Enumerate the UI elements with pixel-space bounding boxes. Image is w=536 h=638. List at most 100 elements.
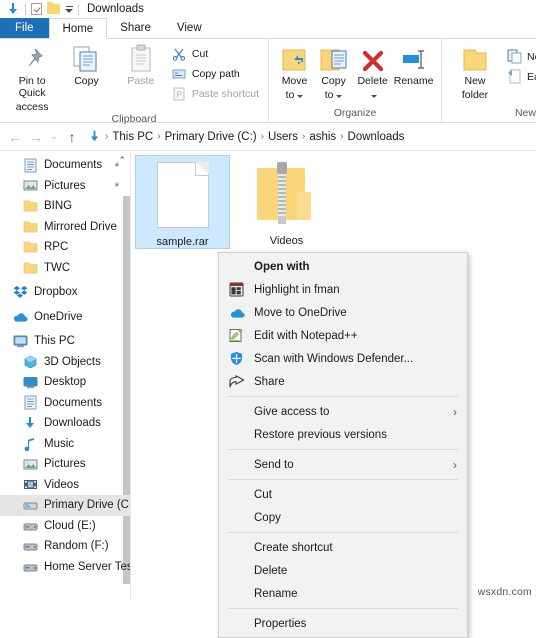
chevron-down-icon[interactable]: [65, 5, 73, 13]
context-menu-item-cut[interactable]: Cut: [219, 483, 467, 506]
download-arrow-icon: [88, 130, 101, 143]
copy-path-button[interactable]: Copy path: [169, 65, 262, 82]
breadcrumb-separator: ›: [340, 131, 344, 142]
context-menu-item-move-to-onedrive[interactable]: Move to OneDrive: [219, 301, 467, 324]
navigation-pane[interactable]: ⌃ Documents Pictures BING Mirrored Drive RPC…: [0, 153, 131, 600]
context-menu-item-label: Give access to: [254, 405, 330, 418]
context-menu-item-delete[interactable]: Delete: [219, 559, 467, 582]
paste-button[interactable]: Paste: [115, 42, 167, 88]
sidebar-item-label: Primary Drive (C: [44, 499, 129, 512]
context-menu-item-rename[interactable]: Rename: [219, 582, 467, 605]
rename-button[interactable]: Rename: [392, 42, 435, 88]
pin-to-quick-access-button[interactable]: Pin to Quick access: [6, 42, 58, 113]
sidebar-item-label: Documents: [44, 396, 103, 409]
context-menu-item-create-shortcut[interactable]: Create shortcut: [219, 536, 467, 559]
divider: [78, 3, 79, 15]
recent-locations-button[interactable]: ⌄: [48, 128, 60, 146]
properties-checkmark-icon[interactable]: [31, 3, 42, 15]
context-menu-item-highlight-in-fman[interactable]: Highlight in fman: [219, 278, 467, 301]
documents-icon: [22, 157, 38, 173]
move-to-button[interactable]: Move to: [275, 42, 314, 102]
paste-icon: [128, 44, 154, 74]
icon-placeholder: [228, 426, 245, 443]
sidebar-item-cloud-e[interactable]: Cloud (E:): [0, 516, 130, 537]
context-menu-item-copy[interactable]: Copy: [219, 506, 467, 529]
context-menu-item-share[interactable]: Share: [219, 370, 467, 393]
pin-icon[interactable]: [106, 178, 122, 194]
label: New item: [527, 50, 536, 63]
sidebar-item-home-server-tes[interactable]: Home Server Tes: [0, 557, 130, 578]
sidebar-item-rpc[interactable]: RPC: [0, 237, 130, 258]
file-item-sample-rar[interactable]: sample.rar: [135, 155, 230, 249]
context-menu-item-label: Restore previous versions: [254, 428, 387, 441]
label-line1: Pin to Quick: [18, 75, 46, 99]
tab-home[interactable]: Home: [48, 18, 108, 39]
sidebar-item-onedrive[interactable]: OneDrive: [0, 307, 130, 328]
sidebar-item-twc[interactable]: TWC: [0, 258, 130, 279]
context-menu-item-send-to[interactable]: Send to ›: [219, 453, 467, 476]
context-menu-item-open-with[interactable]: Open with: [219, 255, 467, 278]
sidebar-item-dropbox[interactable]: Dropbox: [0, 282, 130, 303]
paste-shortcut-icon: P: [172, 86, 187, 101]
sidebar-item-documents[interactable]: Documents: [0, 393, 130, 414]
easy-access-button[interactable]: Easy access: [504, 68, 536, 85]
new-item-button[interactable]: New item: [504, 48, 536, 65]
context-menu-item-restore-previous-versions[interactable]: Restore previous versions: [219, 423, 467, 446]
pin-icon[interactable]: [106, 157, 122, 173]
context-menu-item-give-access-to[interactable]: Give access to ›: [219, 400, 467, 423]
label-line2: [368, 90, 378, 102]
tab-share[interactable]: Share: [107, 18, 164, 38]
tab-view[interactable]: View: [164, 18, 215, 38]
copy-to-button[interactable]: Copy to: [314, 42, 353, 102]
sidebar-item-primary-drive-c[interactable]: Primary Drive (C: [0, 495, 130, 516]
breadcrumb-item-ashis[interactable]: ashis: [309, 131, 336, 143]
label-line1: New: [464, 75, 486, 87]
sidebar-item-random-f[interactable]: Random (F:): [0, 536, 130, 557]
context-menu-separator: [228, 479, 458, 480]
sidebar-item-pictures[interactable]: Pictures: [0, 176, 130, 197]
new-folder-button[interactable]: New folder: [448, 42, 502, 102]
sidebar-item-documents[interactable]: Documents: [0, 155, 130, 176]
icon-placeholder: [228, 539, 245, 556]
download-arrow-icon[interactable]: [6, 2, 20, 16]
back-button[interactable]: ←: [6, 128, 24, 146]
icon-placeholder: [228, 258, 245, 275]
forward-button[interactable]: →: [27, 128, 45, 146]
sidebar-item-label: OneDrive: [34, 310, 83, 323]
context-menu-item-properties[interactable]: Properties: [219, 612, 467, 635]
new-folder-icon[interactable]: [47, 2, 60, 14]
up-button[interactable]: ↑: [63, 128, 81, 146]
sidebar-item-3d-objects[interactable]: 3D Objects: [0, 352, 130, 373]
tab-file[interactable]: File: [0, 18, 49, 38]
label: Paste shortcut: [191, 87, 260, 100]
group-label-clipboard: Clipboard: [111, 113, 157, 126]
delete-button[interactable]: Delete: [353, 42, 392, 102]
file-item-videos[interactable]: Videos: [239, 155, 334, 247]
label-line1: Rename: [393, 75, 434, 87]
breadcrumb-item-this-pc[interactable]: This PC: [112, 131, 153, 143]
sidebar-item-downloads[interactable]: Downloads: [0, 413, 130, 434]
sidebar-item-this-pc[interactable]: This PC: [0, 331, 130, 352]
context-menu-item-scan-with-windows-defender[interactable]: Scan with Windows Defender...: [219, 347, 467, 370]
label: Cut: [191, 47, 209, 60]
sidebar-item-desktop[interactable]: Desktop: [0, 372, 130, 393]
sidebar-item-music[interactable]: Music: [0, 434, 130, 455]
cut-button[interactable]: Cut: [169, 45, 262, 62]
breadcrumb[interactable]: › This PC › Primary Drive (C:) › Users ›…: [84, 127, 530, 147]
breadcrumb-item-users[interactable]: Users: [268, 131, 298, 143]
breadcrumb-item-downloads[interactable]: Downloads: [348, 131, 405, 143]
context-menu[interactable]: Open with Highlight in fman Move to OneDri…: [218, 252, 468, 638]
breadcrumb-separator: ›: [301, 131, 306, 142]
breadcrumb-item-primary-drive[interactable]: Primary Drive (C:): [165, 131, 257, 143]
label-line1: Copy: [321, 75, 346, 87]
context-menu-item-edit-with-notepad[interactable]: Edit with Notepad++: [219, 324, 467, 347]
sidebar-item-pictures[interactable]: Pictures: [0, 454, 130, 475]
sidebar-item-mirrored-drive[interactable]: Mirrored Drive: [0, 217, 130, 238]
label-line1: Delete: [357, 75, 388, 87]
sidebar-item-videos[interactable]: Videos: [0, 475, 130, 496]
paste-shortcut-button[interactable]: P Paste shortcut: [169, 85, 262, 102]
copy-button[interactable]: Copy: [60, 42, 112, 88]
ribbon-tabs: File Home Share View: [0, 18, 536, 39]
sidebar-item-bing[interactable]: BING: [0, 196, 130, 217]
copy-to-icon: [319, 44, 349, 74]
